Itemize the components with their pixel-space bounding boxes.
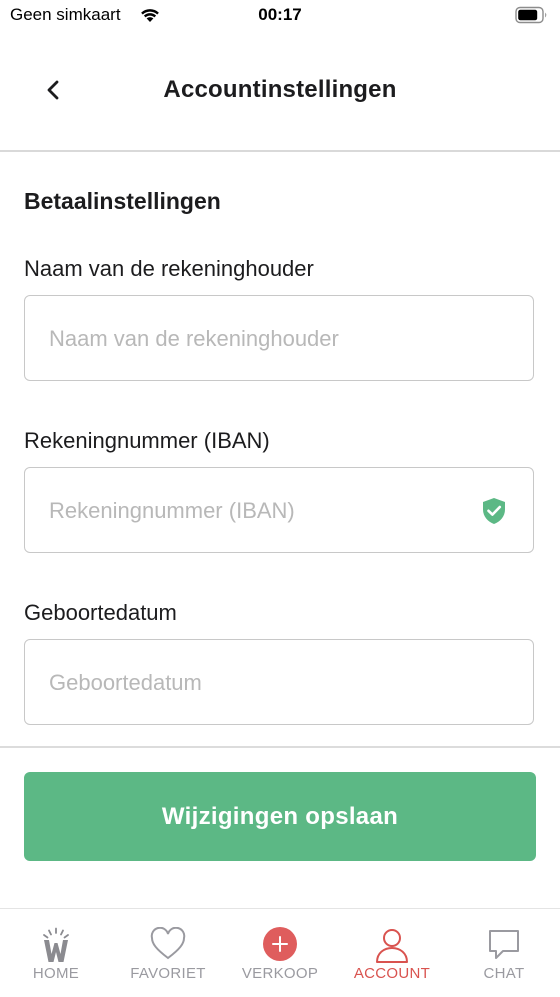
tab-home-label: HOME: [32, 965, 80, 982]
birthdate-input[interactable]: [47, 640, 471, 726]
shield-check-icon: [482, 497, 506, 530]
tab-verkoop-label: VERKOOP: [241, 965, 319, 982]
tab-verkoop[interactable]: VERKOOP: [224, 909, 336, 997]
heart-icon: [112, 927, 224, 965]
chat-bubble-icon: [448, 927, 560, 965]
account-holder-label: Naam van de rekeninghouder: [24, 256, 314, 281]
tab-chat-label: CHAT: [483, 965, 525, 982]
battery-icon: [515, 6, 549, 29]
tab-favoriet[interactable]: FAVORIET: [112, 909, 224, 997]
birthdate-label: Geboortedatum: [24, 600, 177, 625]
tab-home[interactable]: HOME: [0, 909, 112, 997]
tab-chat[interactable]: CHAT: [448, 909, 560, 997]
plus-circle-icon: [224, 927, 336, 965]
tab-bar: HOME FAVORIET VERKOOP ACCOUNT CHAT: [0, 908, 560, 997]
account-holder-input[interactable]: [47, 296, 471, 382]
account-holder-field[interactable]: [24, 295, 534, 382]
page-title: Accountinstellingen: [163, 76, 397, 103]
save-changes-button[interactable]: Wijzigingen opslaan: [24, 772, 536, 861]
divider: [0, 746, 560, 748]
section-title: Betaalinstellingen: [24, 188, 221, 214]
home-logo-icon: [0, 927, 112, 965]
birthdate-field[interactable]: [24, 639, 534, 726]
tab-account[interactable]: ACCOUNT: [336, 909, 448, 997]
clock: 00:17: [258, 5, 302, 24]
iban-input[interactable]: [47, 468, 471, 554]
nav-header: Accountinstellingen: [0, 32, 560, 152]
iban-label: Rekeningnummer (IBAN): [24, 428, 270, 453]
status-bar: Geen simkaart 00:17: [0, 0, 560, 32]
user-icon: [336, 927, 448, 965]
iban-field[interactable]: [24, 467, 534, 554]
tab-favoriet-label: FAVORIET: [130, 965, 206, 982]
tab-account-label: ACCOUNT: [353, 965, 431, 982]
